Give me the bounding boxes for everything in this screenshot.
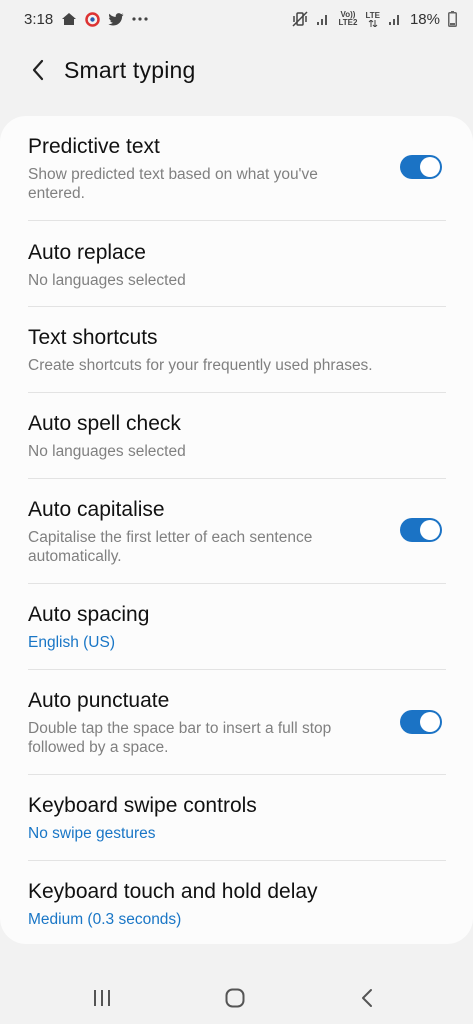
- setting-auto-replace[interactable]: Auto replace No languages selected: [0, 240, 473, 290]
- home-icon: [225, 988, 245, 1008]
- setting-auto-spell-check[interactable]: Auto spell check No languages selected: [0, 411, 473, 461]
- auto-capitalise-toggle[interactable]: [400, 518, 442, 542]
- divider: [28, 774, 446, 775]
- signal-icon: [316, 12, 330, 26]
- data-arrows-icon: [368, 19, 378, 27]
- setting-subtitle: Double tap the space bar to insert a ful…: [28, 720, 332, 756]
- toggle-knob: [420, 157, 440, 177]
- app-header: Smart typing: [0, 42, 473, 98]
- divider: [28, 220, 446, 221]
- chevron-left-icon: [32, 59, 44, 81]
- divider: [28, 860, 446, 861]
- home-button[interactable]: [213, 976, 257, 1020]
- divider: [28, 478, 446, 479]
- setting-title: Auto spell check: [28, 412, 181, 435]
- setting-title: Text shortcuts: [28, 326, 158, 349]
- setting-auto-spacing[interactable]: Auto spacing English (US): [0, 602, 473, 652]
- setting-subtitle: No languages selected: [28, 443, 186, 460]
- signal-icon-2: [388, 12, 402, 26]
- home-notification-icon: [61, 12, 77, 26]
- status-right: Vo)) LTE2 LTE 18%: [292, 11, 457, 28]
- vibrate-icon: [292, 11, 309, 27]
- toggle-knob: [420, 520, 440, 540]
- system-back-button[interactable]: [345, 976, 389, 1020]
- setting-title: Auto spacing: [28, 603, 150, 626]
- navigation-bar: [0, 972, 473, 1024]
- divider: [28, 669, 446, 670]
- setting-subtitle: No languages selected: [28, 272, 186, 289]
- lte-indicator: LTE: [365, 10, 380, 27]
- divider: [28, 583, 446, 584]
- setting-title: Keyboard swipe controls: [28, 794, 257, 817]
- setting-keyboard-swipe-controls[interactable]: Keyboard swipe controls No swipe gesture…: [0, 793, 473, 843]
- twitter-icon: [108, 12, 124, 26]
- more-notifications-icon: [132, 17, 148, 21]
- divider: [28, 306, 446, 307]
- setting-subtitle: Show predicted text based on what you've…: [28, 166, 318, 202]
- setting-subtitle: No swipe gestures: [28, 825, 156, 842]
- divider: [28, 392, 446, 393]
- toggle-knob: [420, 712, 440, 732]
- auto-punctuate-toggle[interactable]: [400, 710, 442, 734]
- setting-subtitle: Create shortcuts for your frequently use…: [28, 357, 373, 374]
- recent-apps-button[interactable]: [80, 976, 124, 1020]
- setting-subtitle: Capitalise the first letter of each sent…: [28, 529, 313, 565]
- app-notification-icon: [85, 11, 100, 27]
- page-title: Smart typing: [64, 56, 196, 83]
- volte-bottom-label: LTE2: [338, 18, 358, 27]
- back-button[interactable]: [18, 50, 58, 90]
- settings-card: Predictive text Show predicted text base…: [0, 116, 473, 944]
- lte-label: LTE: [365, 10, 380, 20]
- predictive-text-toggle[interactable]: [400, 155, 442, 179]
- setting-keyboard-touch-hold-delay[interactable]: Keyboard touch and hold delay Medium (0.…: [0, 879, 473, 929]
- status-time: 3:18: [24, 10, 54, 28]
- setting-subtitle: Medium (0.3 seconds): [28, 911, 182, 928]
- volte-indicator: Vo)) LTE2: [338, 11, 357, 27]
- setting-subtitle: English (US): [28, 634, 115, 651]
- battery-icon: [448, 11, 457, 27]
- setting-text-shortcuts[interactable]: Text shortcuts Create shortcuts for your…: [0, 325, 473, 375]
- setting-title: Keyboard touch and hold delay: [28, 880, 318, 903]
- battery-percent: 18%: [409, 10, 440, 28]
- recent-apps-icon: [94, 990, 110, 1006]
- setting-title: Auto replace: [28, 241, 146, 264]
- status-bar: 3:18 Vo)) LTE2 LTE 18%: [0, 0, 473, 38]
- back-icon: [362, 989, 372, 1007]
- status-left: 3:18: [24, 11, 148, 28]
